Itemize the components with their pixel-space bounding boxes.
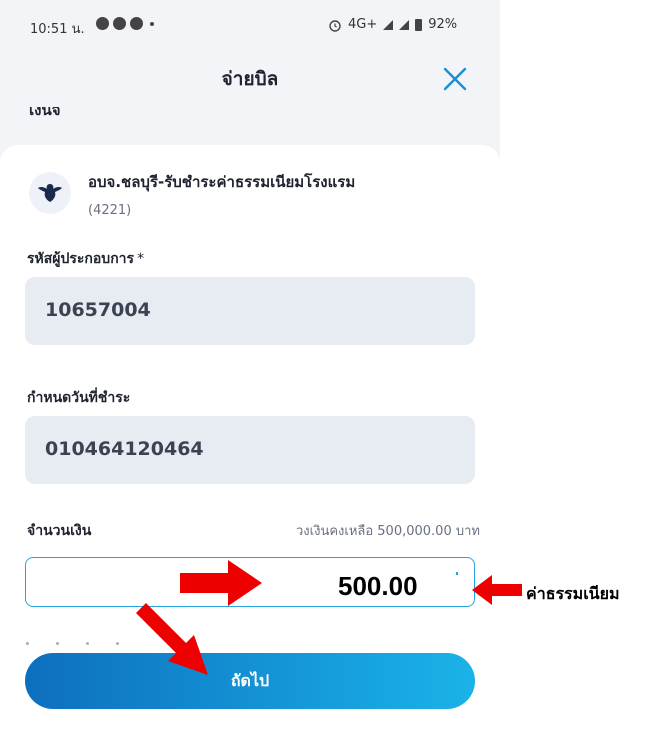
ref1-label-text: รหัสผู้ประกอบการ [27,251,135,267]
battery-level: 92% [428,17,458,32]
down-right-arrow-icon [136,603,208,675]
next-button[interactable]: ถัดไป [25,653,475,709]
scrolled-label: เงนจ [29,107,61,119]
biller-name: อบจ.ชลบุรี-รับชำระค่าธรรมเนียมโรงแรม [88,173,356,191]
notification-icons [96,17,154,30]
page-header: จ่ายบิล [0,52,500,112]
remaining-limit-hint: วงเงินคงเหลือ 500,000.00 บาท [296,524,480,539]
ref1-field[interactable]: 10657004 [25,277,475,345]
facebook-icon [96,17,109,30]
ref1-label: รหัสผู้ประกอบการ * [27,248,144,270]
battery-icon [415,18,423,31]
biller-code: (4221) [88,203,132,218]
biller-info: อบจ.ชลบุรี-รับชำระค่าธรรมเนียมโรงแรม (42… [29,170,489,230]
signal-icon [383,19,394,30]
close-icon [443,67,467,91]
more-notifications-icon [150,21,154,26]
faded-field-hint [26,630,146,645]
close-button[interactable] [440,64,470,94]
amount-value: 500.00 [338,571,418,601]
signal-icon-2 [399,19,410,30]
left-arrow-icon [472,575,522,605]
ref2-field[interactable]: 010464120464 [25,416,475,484]
system-icons: 4G+ 92% [328,17,457,32]
app-notification-icon [113,17,126,30]
required-mark: * [137,251,145,267]
status-bar: 10:51 น. 4G+ 92% [0,0,500,52]
garuda-emblem-icon [29,172,71,214]
ref2-label: กำหนดวันที่ชำระ [27,390,131,406]
fee-annotation-label: ค่าธรรมเนียม [526,584,620,603]
network-type: 4G+ [348,17,378,32]
page-title: จ่ายบิล [221,68,279,90]
text-caret [456,572,458,575]
alarm-icon [329,19,341,32]
right-arrow-icon [180,560,262,606]
phone-screen: 10:51 น. 4G+ 92% จ่ายบิล เงนจ อบจ.ชลบุรี… [0,0,500,738]
amount-label: จำนวนเงิน [27,523,92,539]
chrome-icon [130,17,143,30]
status-time: 10:51 น. [30,22,85,37]
